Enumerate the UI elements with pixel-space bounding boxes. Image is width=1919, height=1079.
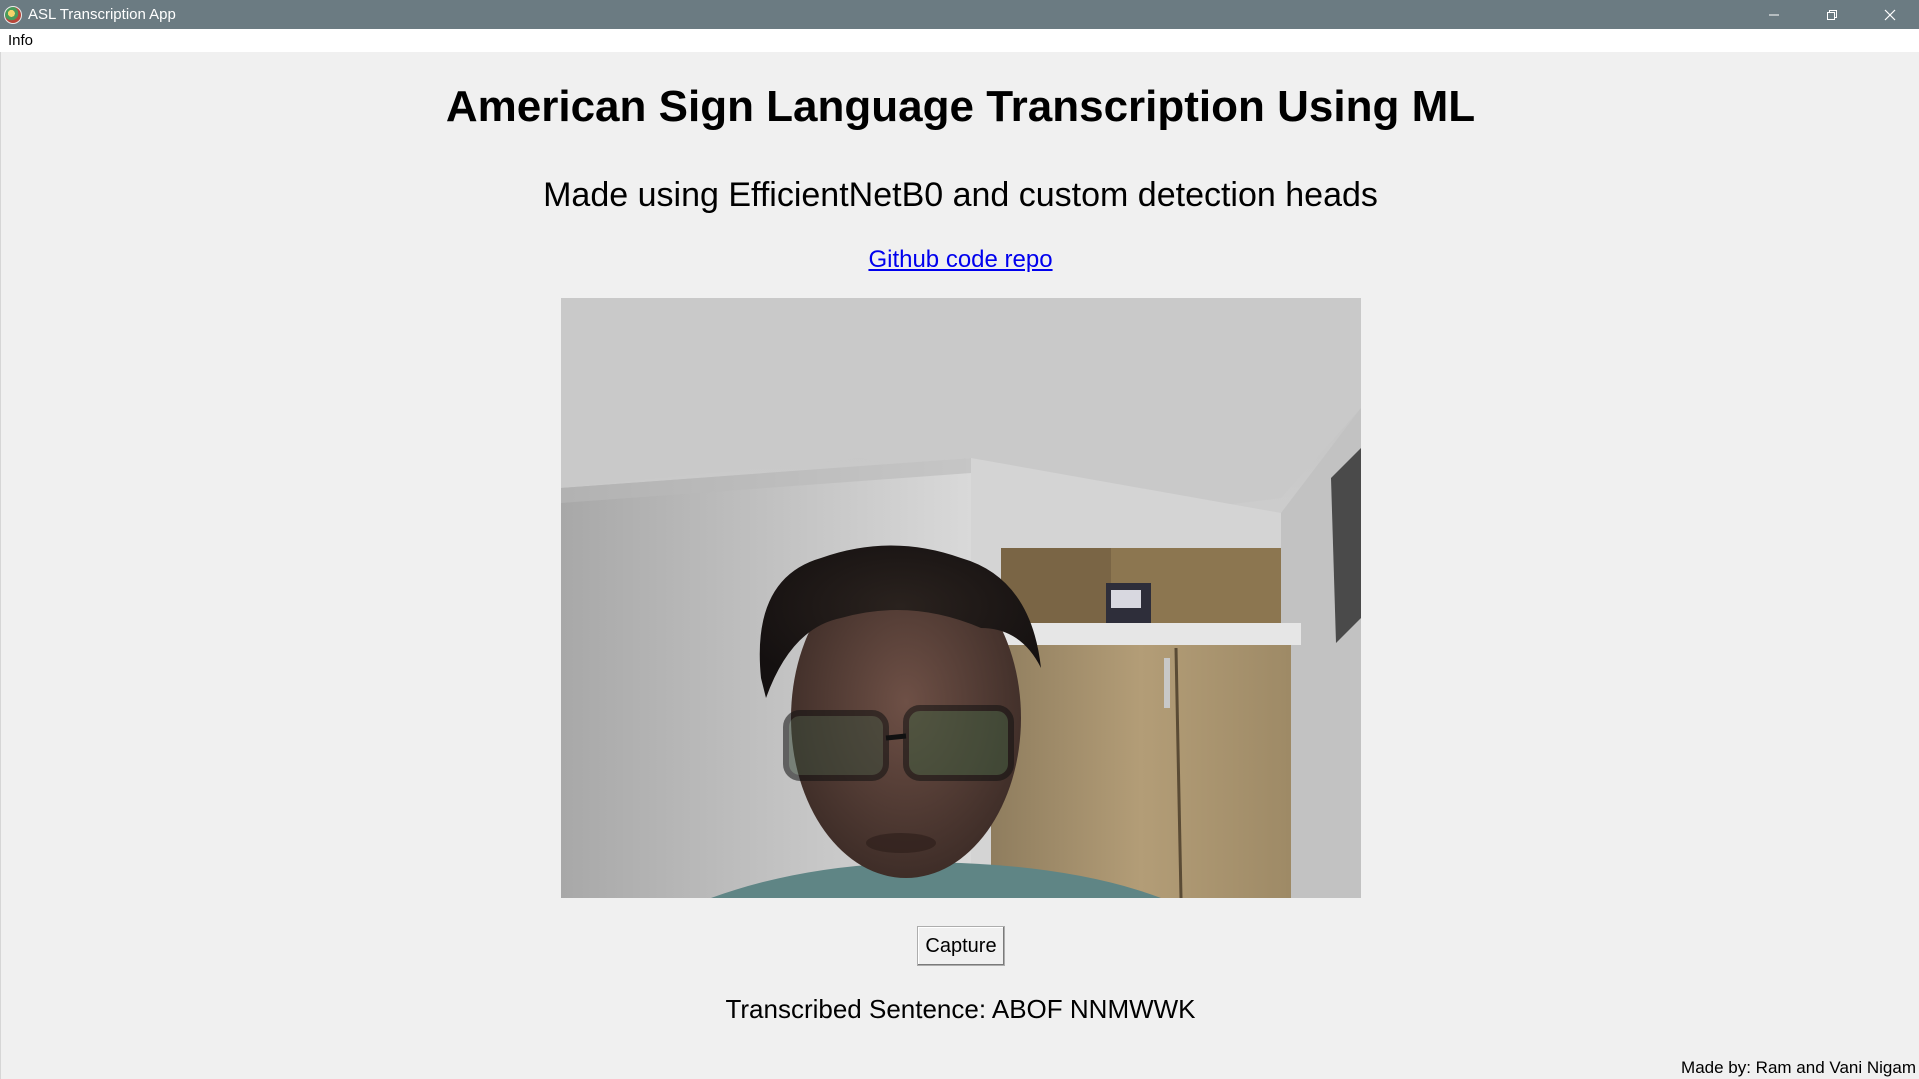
transcription-label: Transcribed Sentence: (725, 994, 987, 1024)
camera-feed (561, 298, 1361, 898)
close-icon (1884, 9, 1896, 20)
menu-bar: Info (0, 29, 1919, 52)
main-content: American Sign Language Transcription Usi… (0, 52, 1919, 1079)
transcription-value: ABOF NNMWWK (991, 994, 1196, 1024)
minimize-icon (1769, 14, 1779, 15)
footer-credits: Made by: Ram and Vani Nigam (1681, 1058, 1916, 1077)
restore-icon (1827, 9, 1837, 20)
restore-button[interactable] (1803, 0, 1861, 29)
window-title: ASL Transcription App (28, 6, 176, 23)
page-subtitle: Made using EfficientNetB0 and custom det… (543, 176, 1378, 214)
capture-button[interactable]: Capture (917, 926, 1005, 966)
title-bar[interactable]: ASL Transcription App (0, 0, 1919, 29)
minimize-button[interactable] (1745, 0, 1803, 29)
camera-frame-image (561, 298, 1361, 898)
app-icon (4, 5, 22, 24)
window-controls (1745, 0, 1919, 29)
page-title: American Sign Language Transcription Usi… (445, 82, 1476, 131)
close-button[interactable] (1861, 0, 1919, 29)
menu-item-info[interactable]: Info (0, 29, 41, 52)
transcription-output: Transcribed Sentence: ABOF NNMWWK (1, 994, 1919, 1025)
github-link[interactable]: Github code repo (1, 246, 1919, 274)
